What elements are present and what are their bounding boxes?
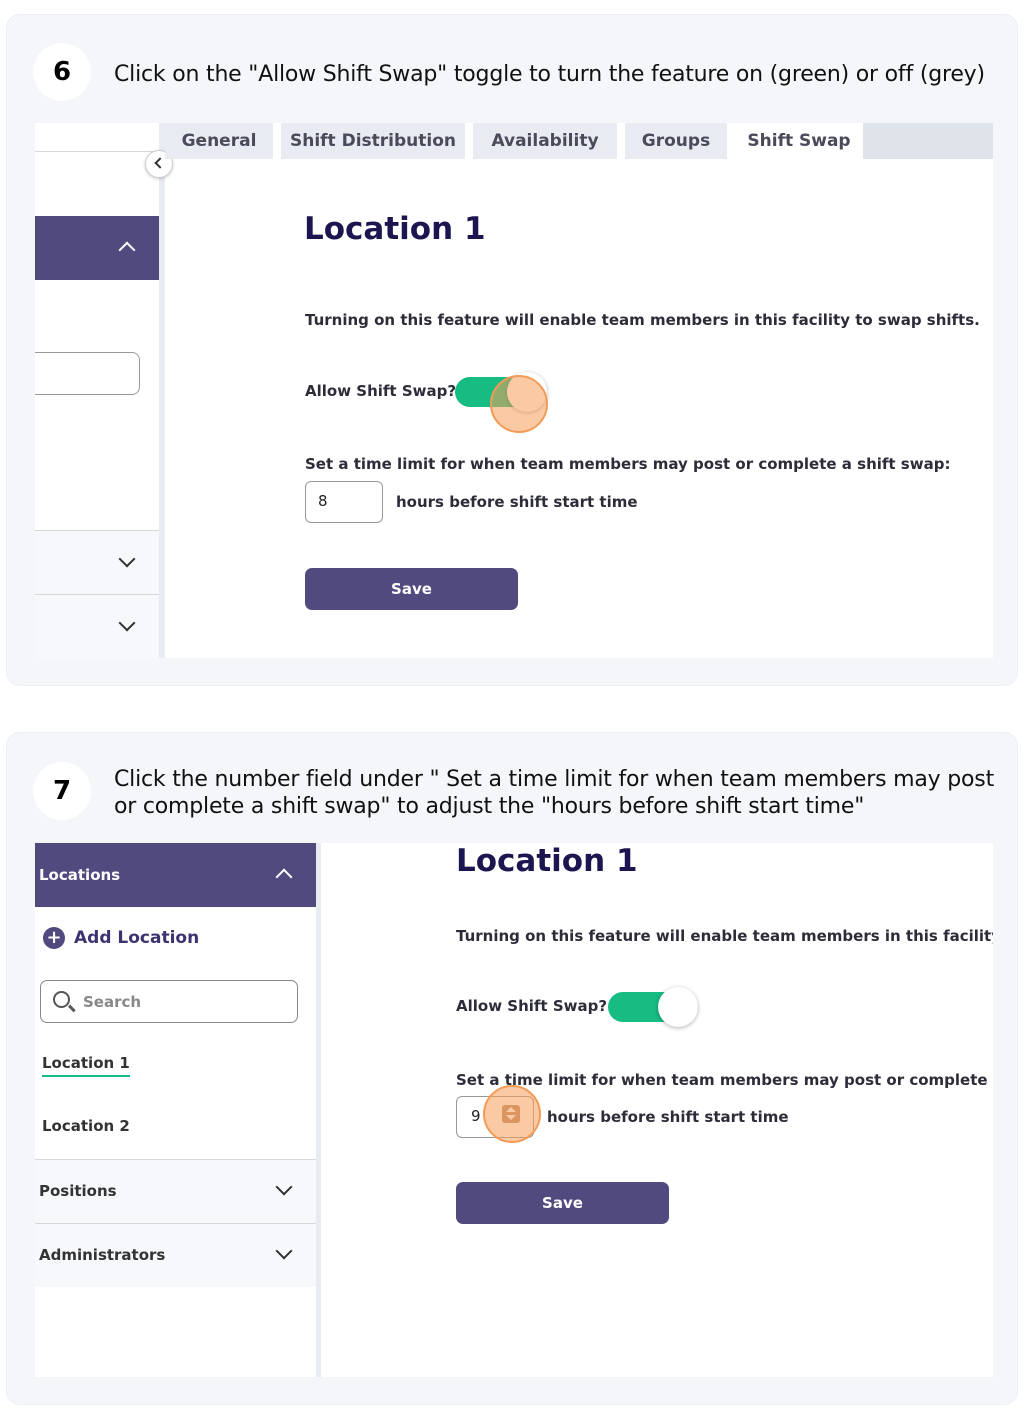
step-number-badge: 6: [33, 43, 91, 101]
chevron-left-icon: [154, 157, 166, 169]
add-location-label: Add Location: [74, 928, 200, 948]
time-limit-label: Set a time limit for when team members m…: [305, 455, 951, 473]
search-input[interactable]: [35, 352, 140, 395]
step-instruction-line-2: or complete a shift swap" to adjust the …: [114, 794, 865, 819]
tab-groups[interactable]: Groups: [625, 123, 735, 159]
hours-suffix: hours before shift start time: [547, 1108, 789, 1126]
hours-suffix: hours before shift start time: [396, 493, 638, 511]
toggle-knob: [658, 987, 698, 1027]
sidebar-item-location-2[interactable]: Location 2: [42, 1117, 130, 1135]
page-title: Location 1: [456, 843, 638, 879]
chevron-up-icon: [118, 241, 136, 259]
sidebar-collapsed-section[interactable]: [35, 595, 159, 658]
sidebar: Locations + Add Location Search Location…: [35, 843, 316, 1377]
positions-section[interactable]: Positions: [35, 1160, 316, 1223]
allow-shift-swap-toggle[interactable]: [608, 987, 698, 1027]
sidebar: [35, 123, 159, 658]
search-placeholder: Search: [83, 993, 142, 1011]
plus-circle-icon: +: [43, 927, 65, 949]
feature-description: Turning on this feature will enable team…: [305, 311, 980, 329]
sidebar-border: [159, 123, 165, 658]
hours-input[interactable]: 8: [305, 481, 383, 523]
add-location-button[interactable]: + Add Location: [43, 927, 199, 949]
screenshot-step-6: General Shift Distribution Availability …: [35, 123, 993, 658]
toggle-label: Allow Shift Swap?: [456, 997, 608, 1015]
save-button[interactable]: Save: [456, 1182, 669, 1224]
save-button[interactable]: Save: [305, 568, 518, 610]
toggle-label: Allow Shift Swap?: [305, 382, 457, 400]
sidebar-collapsed-section[interactable]: [35, 531, 159, 594]
feature-description: Turning on this feature will enable team…: [456, 927, 993, 945]
chevron-up-icon: [275, 868, 293, 886]
time-limit-label: Set a time limit for when team members m…: [456, 1071, 993, 1089]
sidebar-item-location-1[interactable]: Location 1: [42, 1054, 130, 1077]
divider: [35, 151, 159, 152]
search-input[interactable]: Search: [40, 980, 298, 1023]
tab-general[interactable]: General: [165, 123, 281, 159]
sidebar-border: [316, 843, 321, 1377]
tab-availability[interactable]: Availability: [473, 123, 625, 159]
chevron-down-icon: [275, 1178, 293, 1196]
sidebar-section-header[interactable]: [35, 216, 159, 280]
positions-label: Positions: [39, 1182, 117, 1200]
click-indicator: [483, 1085, 541, 1143]
administrators-section[interactable]: Administrators: [35, 1224, 316, 1287]
locations-header[interactable]: Locations: [35, 843, 316, 907]
chevron-down-icon: [118, 550, 136, 568]
page-title: Location 1: [304, 211, 486, 247]
locations-header-label: Locations: [39, 866, 121, 884]
chevron-down-icon: [275, 1242, 293, 1260]
step-instruction-line-1: Click the number field under " Set a tim…: [114, 767, 994, 792]
tab-shift-swap[interactable]: Shift Swap: [735, 123, 863, 159]
tab-shift-distribution[interactable]: Shift Distribution: [281, 123, 473, 159]
step-instruction: Click on the "Allow Shift Swap" toggle t…: [114, 62, 985, 87]
chevron-down-icon: [118, 614, 136, 632]
screenshot-step-7: Locations + Add Location Search Location…: [35, 843, 993, 1377]
click-indicator: [490, 375, 548, 433]
search-icon-handle: [68, 1004, 76, 1012]
administrators-label: Administrators: [39, 1246, 166, 1264]
step-number-badge: 7: [33, 762, 91, 820]
step-7-card: 7 Click the number field under " Set a t…: [6, 732, 1018, 1405]
step-6-card: 6 Click on the "Allow Shift Swap" toggle…: [6, 14, 1018, 686]
